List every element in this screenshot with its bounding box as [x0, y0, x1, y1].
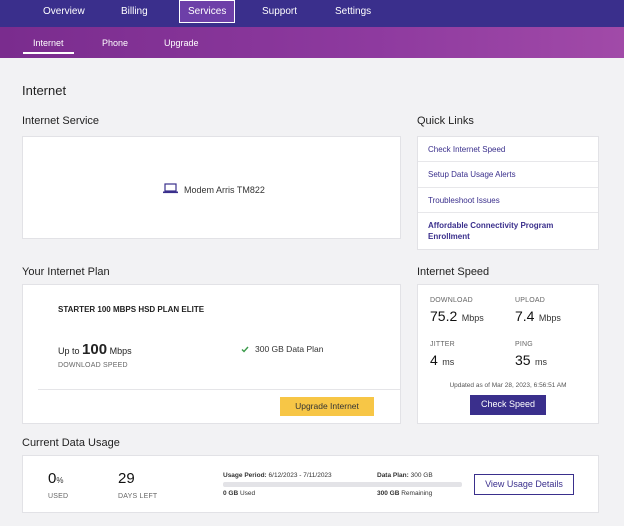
usage-days-caption: DAYS LEFT — [118, 493, 158, 500]
usage-progress-bar — [223, 482, 462, 487]
upload-label: UPLOAD — [515, 297, 545, 304]
plan-heading: Your Internet Plan — [22, 266, 110, 278]
download-unit: Mbps — [461, 313, 484, 323]
nav-overview[interactable]: Overview — [43, 0, 85, 27]
plan-speed-unit: Mbps — [109, 346, 132, 356]
quick-link-acp-enrollment[interactable]: Affordable Connectivity Program Enrollme… — [418, 213, 598, 250]
view-usage-details-button[interactable]: View Usage Details — [474, 474, 574, 495]
usage-used: 0 GB Used — [223, 490, 255, 497]
quick-link-check-speed[interactable]: Check Internet Speed — [418, 137, 598, 162]
plan-speed-value: 100 — [82, 341, 108, 358]
nav-billing[interactable]: Billing — [121, 0, 148, 27]
ping-metric: 35 ms — [515, 352, 547, 370]
internet-service-heading: Internet Service — [22, 115, 100, 127]
nav-services[interactable]: Services — [179, 0, 236, 23]
plan-up-to: Up to — [58, 346, 80, 356]
usage-used-label: Used — [239, 490, 256, 497]
sub-navigation: Internet Phone Upgrade — [0, 27, 624, 58]
plan-feature: 300 GB Data Plan — [241, 340, 324, 358]
check-icon — [241, 340, 249, 358]
subnav-phone[interactable]: Phone — [102, 38, 128, 48]
usage-remaining-label: Remaining — [401, 490, 433, 497]
laptop-icon — [163, 181, 178, 199]
subnav-upgrade[interactable]: Upgrade — [164, 38, 199, 48]
quick-link-troubleshoot[interactable]: Troubleshoot Issues — [418, 188, 598, 213]
plan-feature-label: 300 GB Data Plan — [255, 344, 324, 354]
plan-speed: Up to 100 Mbps — [58, 341, 132, 358]
usage-remaining-value: 300 GB — [377, 490, 400, 497]
ping-unit: ms — [535, 357, 548, 367]
plan-name: STARTER 100 MBPS HSD PLAN ELITE — [58, 305, 205, 314]
usage-card: 0% USED 29 DAYS LEFT Usage Period: 6/12/… — [22, 455, 599, 513]
usage-period: Usage Period: 6/12/2023 - 7/11/2023 — [223, 472, 332, 479]
page-title: Internet — [22, 83, 67, 98]
usage-days-value: 29 — [118, 470, 135, 487]
device-label: Modem Arris TM822 — [184, 185, 265, 195]
usage-used-value: 0 GB — [223, 490, 239, 497]
plan-card: STARTER 100 MBPS HSD PLAN ELITE Up to 10… — [22, 284, 401, 424]
speed-updated: Updated as of Mar 28, 2023, 6:56:51 AM — [449, 382, 567, 389]
usage-remaining: 300 GB Remaining — [377, 490, 432, 497]
plan-speed-caption: DOWNLOAD SPEED — [58, 362, 128, 369]
speed-card: DOWNLOAD 75.2 Mbps UPLOAD 7.4 Mbps JITTE… — [417, 284, 599, 424]
jitter-unit: ms — [442, 357, 455, 367]
subnav-internet[interactable]: Internet — [23, 38, 73, 54]
usage-percent-caption: USED — [48, 493, 69, 500]
ping-label: PING — [515, 341, 533, 348]
jitter-label: JITTER — [430, 341, 455, 348]
download-value: 75.2 — [430, 308, 458, 324]
usage-heading: Current Data Usage — [22, 437, 120, 449]
usage-plan: Data Plan: 300 GB — [377, 472, 433, 479]
jitter-metric: 4 ms — [430, 352, 454, 370]
upgrade-internet-button[interactable]: Upgrade Internet — [280, 397, 374, 416]
ping-value: 35 — [515, 352, 531, 368]
usage-percent-unit: % — [56, 476, 64, 485]
download-metric: 75.2 Mbps — [430, 308, 484, 326]
nav-support[interactable]: Support — [262, 0, 297, 27]
upload-value: 7.4 — [515, 308, 535, 324]
device-row: Modem Arris TM822 — [163, 181, 265, 199]
jitter-value: 4 — [430, 352, 438, 368]
internet-service-card: Modem Arris TM822 — [22, 136, 401, 239]
upload-unit: Mbps — [538, 313, 561, 323]
usage-plan-value: 300 GB — [410, 472, 433, 479]
usage-percent: 0% — [48, 470, 63, 488]
usage-plan-label: Data Plan: — [377, 472, 409, 479]
check-speed-button[interactable]: Check Speed — [470, 395, 546, 415]
download-label: DOWNLOAD — [430, 297, 473, 304]
quick-links-heading: Quick Links — [417, 115, 474, 127]
quick-link-data-alerts[interactable]: Setup Data Usage Alerts — [418, 162, 598, 188]
usage-period-label: Usage Period: — [223, 472, 267, 479]
nav-settings[interactable]: Settings — [335, 0, 371, 27]
upload-metric: 7.4 Mbps — [515, 308, 561, 326]
top-navigation: Overview Billing Services Support Settin… — [0, 0, 624, 27]
usage-period-value: 6/12/2023 - 7/11/2023 — [268, 472, 332, 479]
quick-links-card: Check Internet Speed Setup Data Usage Al… — [417, 136, 599, 250]
speed-heading: Internet Speed — [417, 266, 490, 278]
plan-divider — [38, 389, 400, 390]
